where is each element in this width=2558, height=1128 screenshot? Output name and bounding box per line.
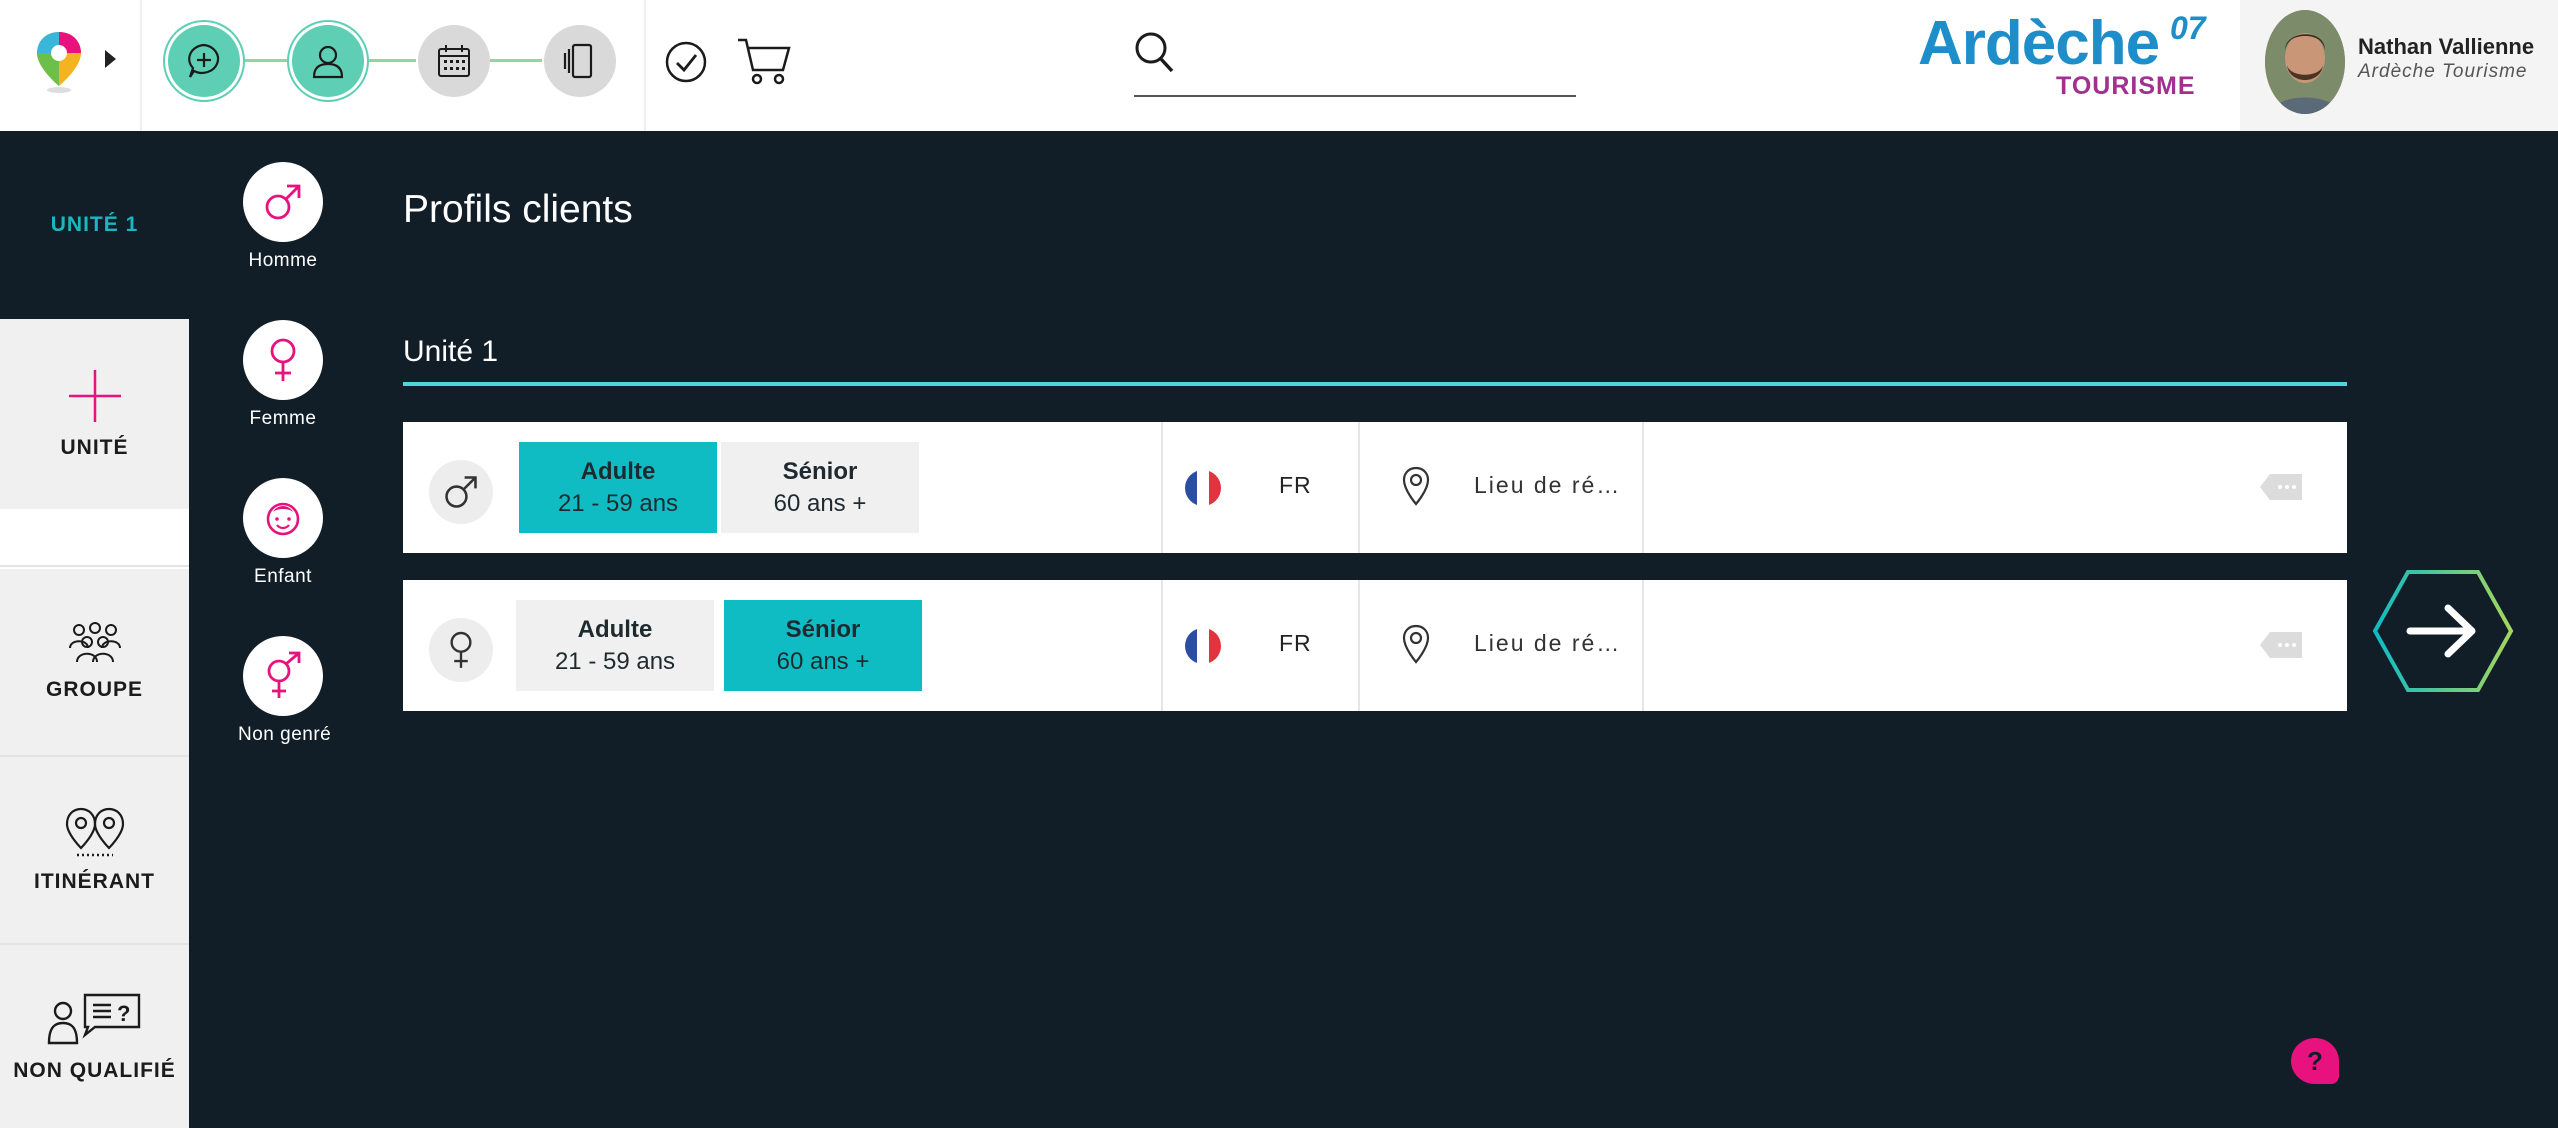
next-arrow-button[interactable] <box>2372 568 2514 694</box>
age-label: Adulte <box>580 457 656 485</box>
place-of-residence-input[interactable]: Lieu de ré… <box>1474 472 1621 499</box>
cards-icon <box>563 43 593 79</box>
row-gender-button[interactable] <box>429 460 493 524</box>
place-of-residence-input[interactable]: Lieu de ré… <box>1474 630 1621 657</box>
validate-check-icon[interactable] <box>664 40 708 84</box>
age-option-senior[interactable]: Sénior 60 ans + <box>724 600 922 691</box>
user-icon <box>312 45 344 79</box>
search-icon[interactable] <box>1133 30 1175 74</box>
user-profile[interactable]: Nathan Vallienne Ardèche Tourisme <box>2240 0 2558 131</box>
brand-sub-text: TOURISME <box>2056 72 2196 100</box>
gender-circle[interactable] <box>243 478 323 558</box>
step-connector <box>490 59 542 62</box>
user-name: Nathan Vallienne <box>2358 34 2535 59</box>
age-range: 21 - 59 ans <box>557 489 679 517</box>
cart-icon[interactable] <box>736 36 792 86</box>
gender-circle[interactable] <box>243 162 323 242</box>
header-divider <box>644 0 646 131</box>
gender-label: Non genré <box>238 724 332 745</box>
child-icon <box>266 502 300 536</box>
tag-icon[interactable] <box>2258 630 2304 660</box>
gender-option-non-genre[interactable]: Non genré <box>238 636 332 746</box>
page-title: Profils clients <box>403 188 633 231</box>
row-divider <box>1358 580 1360 711</box>
male-icon <box>445 476 477 508</box>
gender-circle[interactable] <box>243 636 323 716</box>
sidebar-item-non-qualifie[interactable]: ? NON QUALIFIÉ <box>0 945 189 1128</box>
gender-option-homme[interactable]: Homme <box>238 162 328 272</box>
row-divider <box>1642 422 1644 553</box>
add-icon <box>188 43 220 78</box>
svg-text:?: ? <box>117 1001 130 1026</box>
top-header: Ardèche 07 TOURISME Nathan Vallienne Ard… <box>0 0 2558 131</box>
sidebar-item-label: GROUPE <box>45 678 143 701</box>
menu-caret-icon[interactable] <box>105 50 116 68</box>
age-range: 60 ans + <box>773 489 867 517</box>
row-divider <box>1161 422 1163 553</box>
avatar[interactable] <box>2265 10 2345 114</box>
gender-option-enfant[interactable]: Enfant <box>238 478 328 588</box>
gender-label: Enfant <box>254 566 312 587</box>
tag-icon[interactable] <box>2258 472 2304 502</box>
profile-row: Adulte 21 - 59 ans Sénior 60 ans + FR Li… <box>403 580 2347 711</box>
france-flag-icon[interactable] <box>1185 470 1221 506</box>
row-divider <box>1642 580 1644 711</box>
sidebar-panel: UNITÉ GROUPE ITINÉRANT ? NON QUALIFIÉ <box>0 319 189 1128</box>
sidebar-divider <box>0 565 189 567</box>
row-divider <box>1161 580 1163 711</box>
step-profile-button[interactable] <box>292 25 364 97</box>
row-gender-button[interactable] <box>429 618 493 682</box>
search-input[interactable] <box>1134 95 1576 97</box>
sidebar-item-label: UNITÉ <box>60 436 129 459</box>
age-option-adulte[interactable]: Adulte 21 - 59 ans <box>519 442 717 533</box>
row-divider <box>1358 422 1360 553</box>
age-label: Sénior <box>782 457 858 485</box>
current-unit-label[interactable]: UNITÉ 1 <box>0 131 189 319</box>
step-connector <box>364 59 416 62</box>
gender-label: Homme <box>248 250 318 271</box>
nongender-icon <box>267 651 301 698</box>
user-organization: Ardèche Tourisme <box>2358 61 2528 82</box>
france-flag-icon[interactable] <box>1185 628 1221 664</box>
sidebar-item-itinerant[interactable]: ITINÉRANT <box>0 757 189 943</box>
age-range: 60 ans + <box>776 647 870 675</box>
group-icon <box>68 622 121 663</box>
app-logo-pin-icon[interactable] <box>34 30 84 94</box>
step-cards-button[interactable] <box>544 25 616 97</box>
gender-option-femme[interactable]: Femme <box>238 320 328 430</box>
language-select[interactable]: FR <box>1279 630 1312 657</box>
step-connector <box>240 59 288 62</box>
age-label: Sénior <box>785 615 861 643</box>
sidebar-item-groupe[interactable]: GROUPE <box>0 569 189 755</box>
brand-sup-text: 07 <box>2170 10 2206 46</box>
gender-label: Femme <box>249 408 317 429</box>
sidebar-item-unite[interactable]: UNITÉ <box>0 319 189 509</box>
age-option-adulte[interactable]: Adulte 21 - 59 ans <box>516 600 714 691</box>
unqualified-icon: ? <box>47 993 140 1044</box>
avatar-portrait-icon <box>2265 10 2345 114</box>
female-icon <box>450 631 472 668</box>
language-select[interactable]: FR <box>1279 472 1312 499</box>
step-calendar-button[interactable] <box>418 25 490 97</box>
age-range: 21 - 59 ans <box>554 647 676 675</box>
help-button[interactable]: ? <box>2291 1038 2339 1084</box>
location-pin-icon[interactable] <box>1401 624 1431 664</box>
female-icon <box>270 338 296 381</box>
itinerant-icon <box>65 807 124 857</box>
step-add-button[interactable] <box>168 25 240 97</box>
location-pin-icon[interactable] <box>1401 466 1431 506</box>
calendar-icon <box>438 45 470 77</box>
sidebar-item-label: NON QUALIFIÉ <box>13 1058 176 1082</box>
brand-logo: Ardèche 07 TOURISME <box>1918 8 2218 108</box>
age-label: Adulte <box>577 615 653 643</box>
gender-circle[interactable] <box>243 320 323 400</box>
brand-main-text: Ardèche <box>1918 9 2160 78</box>
unit-name-input[interactable] <box>403 322 2347 386</box>
profile-row: Adulte 21 - 59 ans Sénior 60 ans + FR Li… <box>403 422 2347 553</box>
plus-icon <box>68 370 121 422</box>
header-divider <box>140 0 142 131</box>
age-option-senior[interactable]: Sénior 60 ans + <box>721 442 919 533</box>
male-icon <box>265 184 301 220</box>
sidebar-item-label: ITINÉRANT <box>34 870 155 893</box>
